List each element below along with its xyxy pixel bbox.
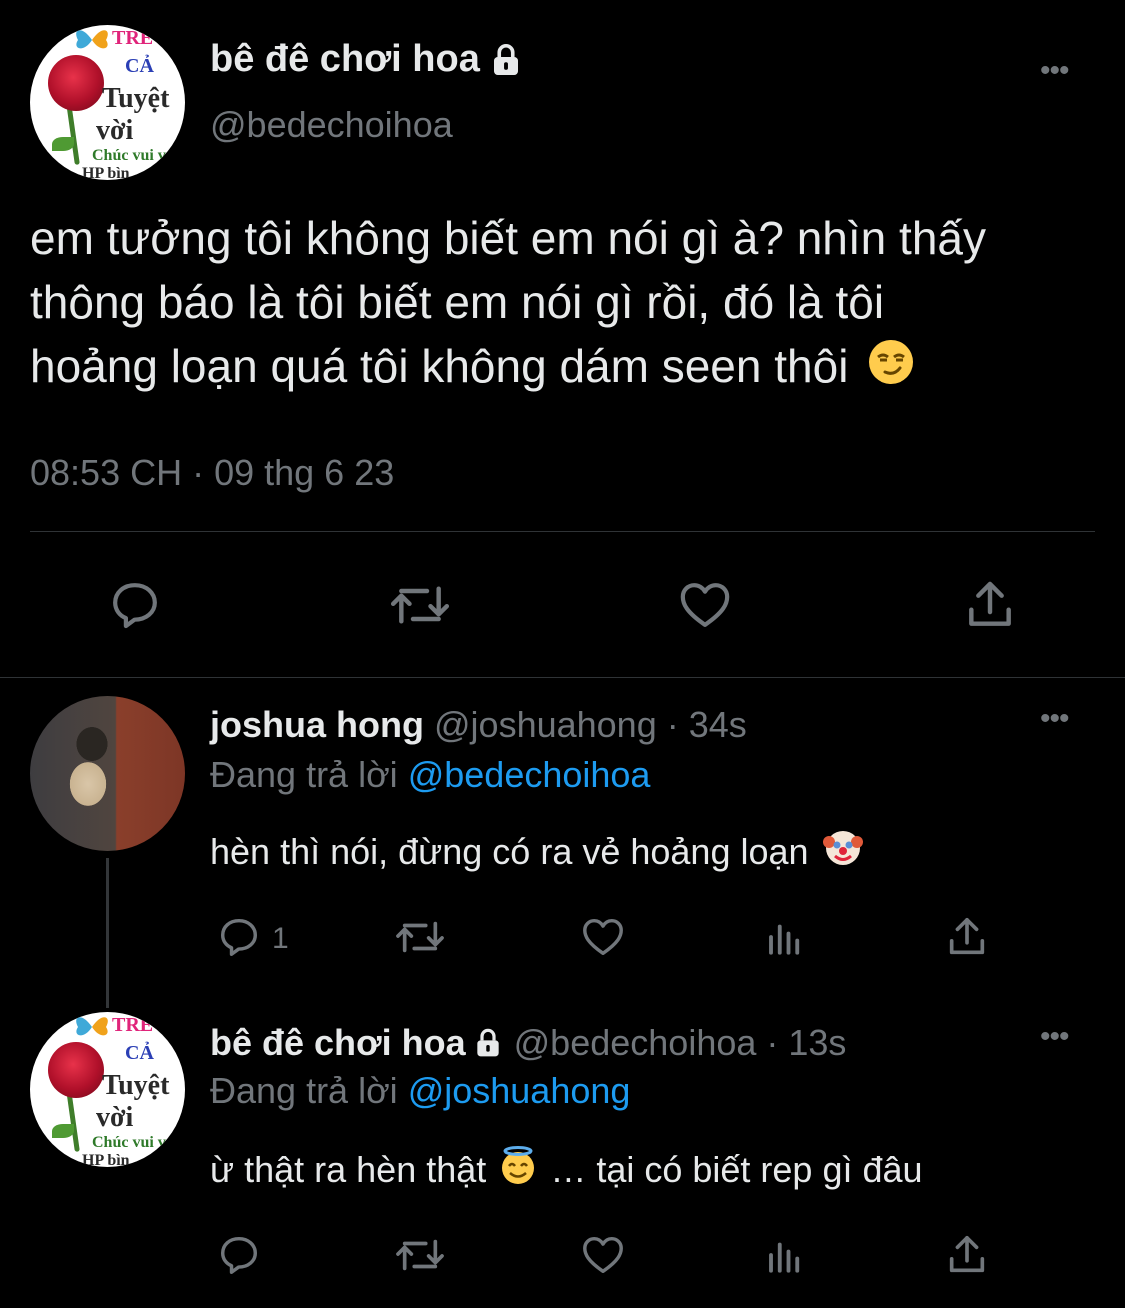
smirking-face-emoji bbox=[867, 338, 915, 402]
butterfly-icon bbox=[72, 27, 112, 58]
replying-to-link[interactable]: @joshuahong bbox=[408, 1070, 631, 1111]
timestamp[interactable]: 08:53 CH · 09 thg 6 23 bbox=[30, 452, 394, 494]
avatar-text: Chúc vui v bbox=[92, 1134, 166, 1151]
views-icon[interactable] bbox=[762, 1230, 808, 1280]
avatar-text: Tuyệt bbox=[102, 1070, 170, 1101]
replying-label: Đang trả lời bbox=[210, 754, 398, 795]
display-name[interactable]: bê đê chơi hoa bbox=[210, 38, 480, 81]
lock-icon bbox=[488, 42, 524, 78]
reply-icon[interactable] bbox=[212, 1230, 266, 1280]
lock-icon bbox=[472, 1027, 504, 1059]
reply-count: 1 bbox=[272, 922, 289, 955]
more-options-icon[interactable]: ••• bbox=[1040, 56, 1069, 86]
retweet-icon[interactable] bbox=[388, 1230, 452, 1280]
replying-to-link[interactable]: @bedechoihoa bbox=[408, 754, 651, 795]
share-icon[interactable] bbox=[942, 1230, 992, 1280]
clown-face-emoji bbox=[822, 828, 863, 877]
avatar-text: vời bbox=[96, 1102, 134, 1133]
avatar[interactable]: TRE CẢ Tuyệt vời Chúc vui v HP bìn bbox=[30, 25, 185, 180]
avatar-text: HP bìn bbox=[82, 1152, 130, 1167]
tweet-text-line: thông báo là tôi biết em nói gì rồi, đó … bbox=[30, 276, 885, 328]
like-icon[interactable] bbox=[576, 912, 630, 962]
more-options-icon[interactable]: ••• bbox=[1040, 704, 1069, 734]
display-name[interactable]: joshua hong bbox=[210, 704, 424, 745]
rose-image bbox=[48, 55, 104, 111]
handle[interactable]: @bedechoihoa bbox=[514, 1022, 757, 1064]
avatar-text: CẢ bbox=[125, 1042, 154, 1064]
share-icon[interactable] bbox=[958, 575, 1022, 635]
reply-icon[interactable] bbox=[100, 575, 170, 635]
reply-text-content: ừ thật ra hèn thật bbox=[210, 1149, 487, 1190]
handle[interactable]: @joshuahong bbox=[434, 704, 657, 745]
retweet-icon[interactable] bbox=[382, 575, 458, 635]
rose-image bbox=[48, 1042, 104, 1098]
tweet-text-line: hoảng loạn quá tôi không dám seen thôi bbox=[30, 334, 986, 402]
more-options-icon[interactable]: ••• bbox=[1040, 1022, 1069, 1052]
butterfly-icon bbox=[72, 1014, 112, 1045]
reply-text: ừ thật ra hèn thật … tại có biết rep gì … bbox=[210, 1146, 923, 1195]
avatar-text: TRE bbox=[112, 1014, 154, 1036]
thread-line bbox=[106, 858, 109, 1008]
time[interactable]: · 13s bbox=[766, 1022, 846, 1064]
avatar-text: HP bìn bbox=[82, 165, 130, 180]
avatar-text: TRE bbox=[112, 27, 154, 49]
avatar-text: Chúc vui v bbox=[92, 147, 166, 164]
avatar-text: Tuyệt bbox=[102, 83, 170, 114]
views-icon[interactable] bbox=[762, 912, 808, 962]
display-name[interactable]: bê đê chơi hoa bbox=[210, 1022, 466, 1064]
handle[interactable]: @bedechoihoa bbox=[210, 104, 453, 146]
tweet-text-line: em tưởng tôi không biết em nói gì à? nhì… bbox=[30, 212, 986, 264]
like-icon[interactable] bbox=[672, 575, 738, 635]
reply-icon[interactable] bbox=[212, 912, 266, 962]
time[interactable]: · 34s bbox=[667, 704, 747, 745]
reply-text-content: hèn thì nói, đừng có ra vẻ hoảng loạn bbox=[210, 831, 809, 872]
avatar-text: vời bbox=[96, 115, 134, 146]
retweet-icon[interactable] bbox=[388, 912, 452, 962]
replying-label: Đang trả lời bbox=[210, 1070, 398, 1111]
share-icon[interactable] bbox=[942, 912, 992, 962]
divider bbox=[30, 531, 1095, 532]
divider bbox=[0, 677, 1125, 678]
avatar[interactable] bbox=[30, 696, 185, 851]
smiling-face-with-halo-emoji bbox=[498, 1146, 538, 1195]
tweet-text-line-part: hoảng loạn quá tôi không dám seen thôi bbox=[30, 340, 849, 392]
reply-text: hèn thì nói, đừng có ra vẻ hoảng loạn bbox=[210, 828, 863, 877]
tweet-text: em tưởng tôi không biết em nói gì à? nhì… bbox=[30, 206, 986, 402]
like-icon[interactable] bbox=[576, 1230, 630, 1280]
reply-text-content: … tại có biết rep gì đâu bbox=[550, 1149, 923, 1190]
avatar-text: CẢ bbox=[125, 55, 154, 77]
avatar[interactable]: TRE CẢ Tuyệt vời Chúc vui v HP bìn bbox=[30, 1012, 185, 1167]
